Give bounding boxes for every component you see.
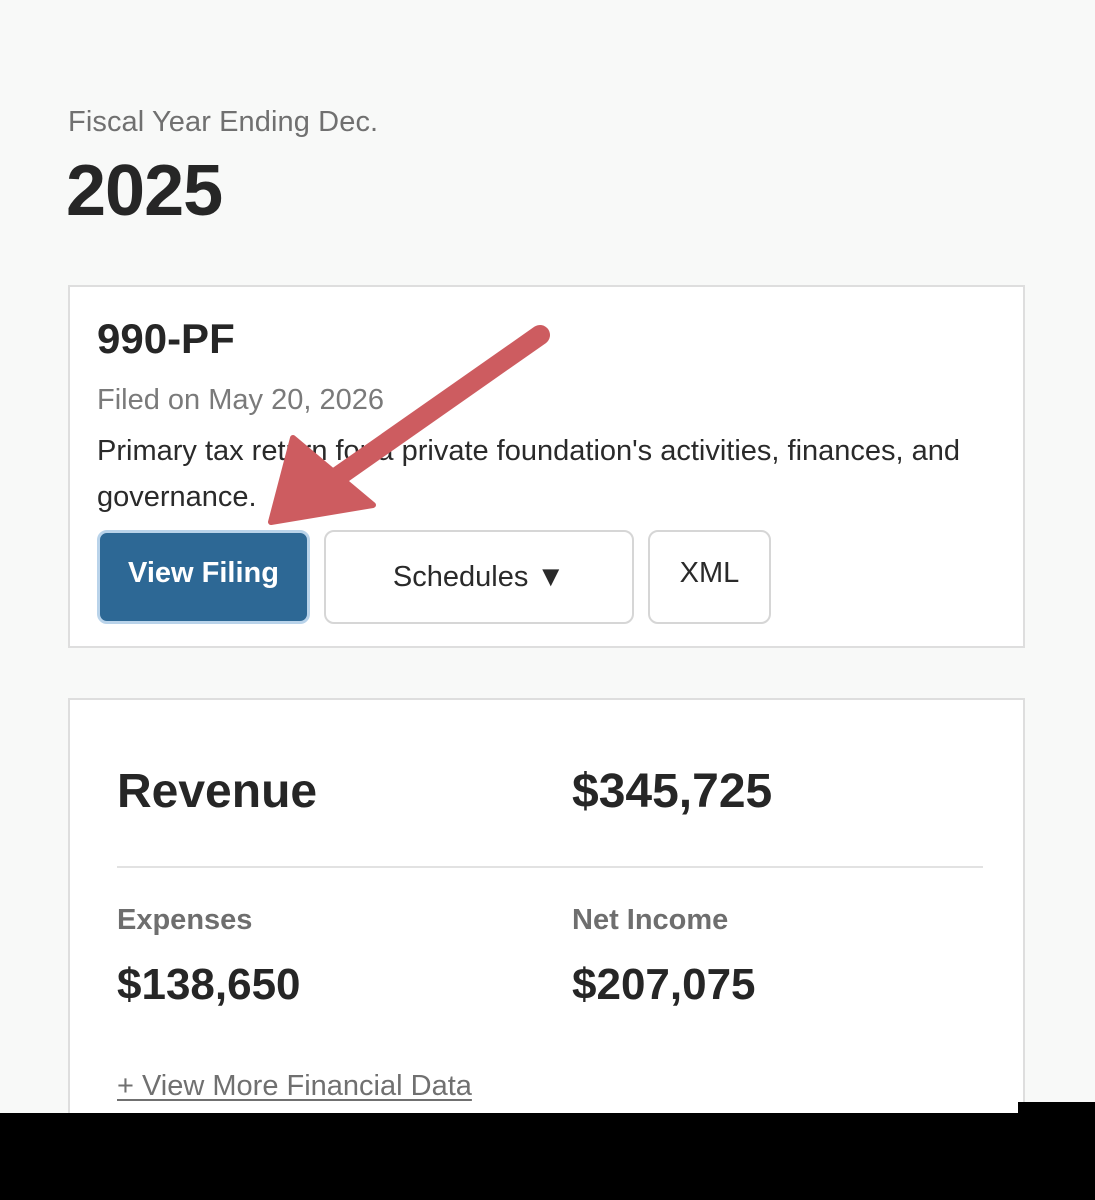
expenses-label: Expenses (117, 904, 253, 936)
expenses-value: $138,650 (117, 960, 301, 1009)
fiscal-year-label: Fiscal Year Ending Dec. (68, 106, 379, 138)
view-filing-button[interactable]: View Filing (97, 530, 310, 624)
filing-description: Primary tax return for a private foundat… (97, 435, 961, 513)
form-name: 990-PF (97, 315, 235, 362)
net-income-label: Net Income (572, 904, 729, 936)
financial-summary-card: Revenue $345,725 Expenses $138,650 Net I… (68, 698, 1025, 1128)
revenue-label: Revenue (117, 765, 318, 818)
schedules-dropdown-button[interactable]: Schedules ▼ (324, 530, 634, 624)
screen-bottom-bar (0, 1113, 1095, 1200)
filing-card: 990-PF Filed on May 20, 2026 Primary tax… (68, 285, 1025, 648)
view-more-financial-data-link[interactable]: + View More Financial Data (117, 1070, 472, 1103)
filed-date: Filed on May 20, 2026 (97, 384, 384, 416)
revenue-value: $345,725 (572, 765, 773, 818)
xml-button[interactable]: XML (648, 530, 771, 624)
divider (117, 866, 983, 868)
net-income-value: $207,075 (572, 960, 756, 1009)
fiscal-year-value: 2025 (66, 151, 223, 231)
